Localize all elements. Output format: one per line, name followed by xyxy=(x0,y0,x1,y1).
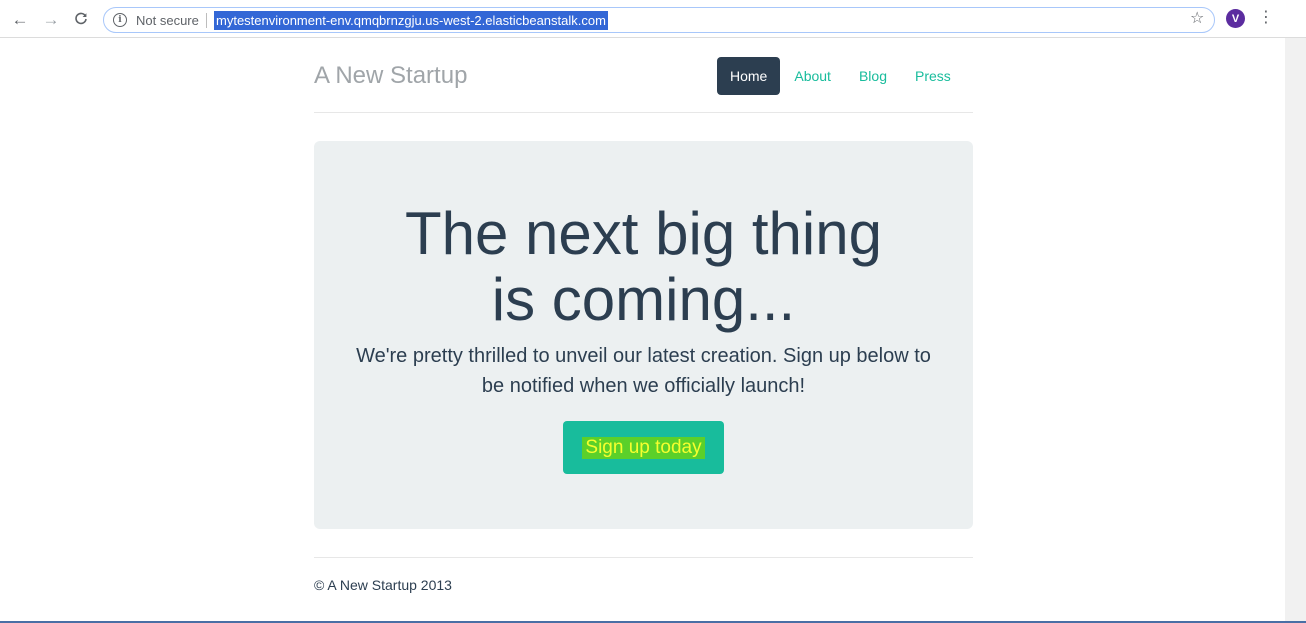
hero-headline: The next big thing is coming... xyxy=(314,201,973,333)
kebab-menu-icon[interactable]: ⋮ xyxy=(1258,8,1274,28)
scrollbar-track[interactable] xyxy=(1285,38,1306,623)
hero-headline-line2: is coming... xyxy=(491,266,796,333)
hero-panel: The next big thing is coming... We're pr… xyxy=(314,141,973,529)
footer-divider xyxy=(314,557,973,558)
profile-avatar[interactable]: V xyxy=(1226,9,1245,28)
star-icon[interactable]: ☆ xyxy=(1190,11,1204,27)
hero-headline-line1: The next big thing xyxy=(405,200,882,267)
omnibox-divider xyxy=(206,13,207,28)
nav-item-about[interactable]: About xyxy=(780,57,845,95)
site-brand[interactable]: A New Startup xyxy=(314,62,467,90)
back-arrow-icon[interactable]: ← xyxy=(10,9,30,29)
info-icon[interactable]: i xyxy=(113,13,127,27)
nav-item-home[interactable]: Home xyxy=(717,57,781,95)
forward-arrow-icon[interactable]: → xyxy=(41,9,61,29)
nav-item-press[interactable]: Press xyxy=(901,57,965,95)
hero-lead: We're pretty thrilled to unveil our late… xyxy=(356,345,931,397)
security-label[interactable]: Not secure xyxy=(136,13,199,28)
footer-copyright: © A New Startup 2013 xyxy=(314,577,452,593)
reload-icon[interactable] xyxy=(71,9,91,29)
site-nav: Home About Blog Press xyxy=(717,57,965,95)
nav-item-blog[interactable]: Blog xyxy=(845,57,901,95)
header-divider xyxy=(314,112,973,113)
signup-button-label: Sign up today xyxy=(582,436,705,459)
browser-toolbar: ← → i Not secure mytestenvironment-env.q… xyxy=(0,0,1306,38)
address-bar[interactable]: i Not secure mytestenvironment-env.qmqbr… xyxy=(103,7,1215,33)
url-text[interactable]: mytestenvironment-env.qmqbrnzgju.us-west… xyxy=(214,11,608,30)
signup-button[interactable]: Sign up today xyxy=(563,421,724,474)
